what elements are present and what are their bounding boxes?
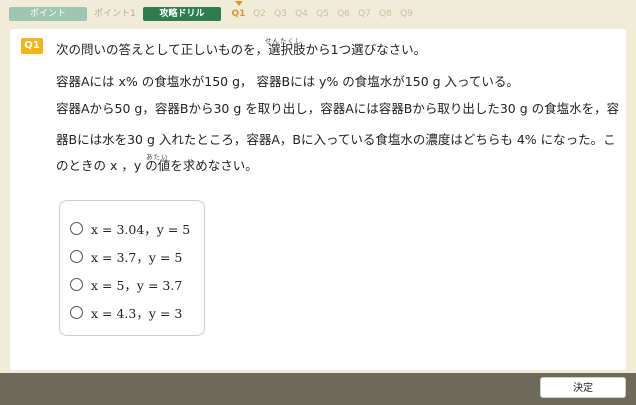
question-badge: Q1	[21, 38, 43, 54]
question-line-3: 容器Aから50 g，容器Bから30 g を取り出し，容器Aには容器Bから取り出し…	[56, 101, 620, 116]
question-nav-q9[interactable]: Q9	[396, 7, 417, 21]
choice-3[interactable]: x = 5，y = 3.7	[70, 274, 182, 294]
tab-point[interactable]: ポイント	[9, 7, 87, 21]
question-line-2: 容器Aには x% の食塩水が150 g， 容器Bには y% の食塩水が150 g…	[56, 74, 519, 89]
question-panel: Q1 せんたくし 次の問いの答えとして正しいものを，選択肢から1つ選びなさい。 …	[10, 29, 626, 370]
choice-label: x = 5，y = 3.7	[91, 277, 183, 293]
choice-label: x = 3.04，y = 5	[91, 221, 191, 237]
question-nav-q5[interactable]: Q5	[312, 7, 333, 21]
choice-label: x = 3.7，y = 5	[91, 249, 183, 265]
current-question-marker-icon	[235, 1, 243, 6]
question-line-4: 器Bには水を30 g 入れたところ，容器A，Bに入っている食塩水の濃度はどちらも…	[56, 132, 616, 147]
question-nav-q1[interactable]: Q1	[228, 1, 249, 21]
decide-button[interactable]: 決定	[540, 377, 626, 398]
question-nav-q7[interactable]: Q7	[354, 7, 375, 21]
question-line-1: 次の問いの答えとして正しいものを，選択肢から1つ選びなさい。	[56, 42, 427, 57]
top-navigation-bar: ポイント ポイント1 攻略ドリル Q1 Q2 Q3 Q4 Q5 Q6 Q7 Q8…	[0, 0, 636, 28]
question-nav-label: Q1	[231, 9, 246, 19]
tab-point1[interactable]: ポイント1	[90, 7, 140, 21]
choice-4[interactable]: x = 4.3，y = 3	[70, 302, 182, 322]
choice-1[interactable]: x = 3.04，y = 5	[70, 218, 190, 238]
answer-choices: x = 3.04，y = 5 x = 3.7，y = 5 x = 5，y = 3…	[59, 200, 205, 336]
choice-label: x = 4.3，y = 3	[91, 305, 183, 321]
tab-drill[interactable]: 攻略ドリル	[143, 7, 221, 21]
radio-button-icon[interactable]	[70, 221, 83, 235]
question-nav-q4[interactable]: Q4	[291, 7, 312, 21]
question-line-5: のときの x ，y の値を求めなさい。	[56, 158, 258, 173]
radio-button-icon[interactable]	[70, 305, 83, 319]
radio-button-icon[interactable]	[70, 249, 83, 263]
question-navigation: Q1 Q2 Q3 Q4 Q5 Q6 Q7 Q8 Q9	[228, 1, 417, 21]
question-nav-q8[interactable]: Q8	[375, 7, 396, 21]
radio-button-icon[interactable]	[70, 277, 83, 291]
question-nav-q6[interactable]: Q6	[333, 7, 354, 21]
question-nav-q2[interactable]: Q2	[249, 7, 270, 21]
question-nav-q3[interactable]: Q3	[270, 7, 291, 21]
choice-2[interactable]: x = 3.7，y = 5	[70, 246, 182, 266]
